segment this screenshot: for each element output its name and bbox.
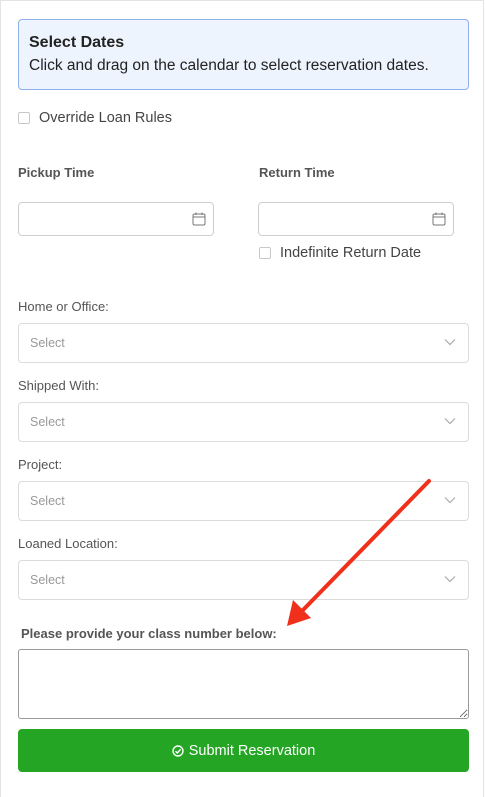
chevron-down-icon [444, 339, 456, 346]
check-circle-icon [172, 744, 184, 757]
home-office-select-value: Select [30, 336, 65, 350]
override-loan-rules-checkbox[interactable] [18, 112, 30, 124]
indefinite-return-row[interactable]: Indefinite Return Date [259, 245, 421, 261]
calendar-icon[interactable] [192, 212, 206, 226]
loaned-location-label: Loaned Location: [18, 536, 118, 551]
class-number-label: Please provide your class number below: [21, 626, 277, 641]
select-dates-info-box: Select Dates Click and drag on the calen… [18, 19, 469, 90]
loaned-location-select[interactable]: Select [18, 560, 469, 600]
indefinite-return-label: Indefinite Return Date [280, 245, 422, 261]
chevron-down-icon [444, 576, 456, 583]
shipped-with-select-value: Select [30, 415, 65, 429]
loaned-location-select-value: Select [30, 573, 65, 587]
project-select-value: Select [30, 494, 65, 508]
override-loan-rules-row[interactable]: Override Loan Rules [18, 110, 172, 126]
submit-reservation-label: Submit Reservation [188, 742, 316, 759]
chevron-down-icon [444, 418, 456, 425]
reservation-form-panel: Select Dates Click and drag on the calen… [0, 0, 484, 797]
override-loan-rules-label: Override Loan Rules [39, 110, 172, 126]
chevron-down-icon [444, 497, 456, 504]
calendar-icon[interactable] [432, 212, 446, 226]
shipped-with-select[interactable]: Select [18, 402, 469, 442]
pickup-time-input[interactable] [18, 202, 214, 236]
info-text: Click and drag on the calendar to select… [29, 57, 429, 74]
submit-reservation-button[interactable]: Submit Reservation [18, 729, 469, 772]
info-title: Select Dates [29, 34, 125, 51]
return-time-label: Return Time [259, 165, 335, 180]
project-select[interactable]: Select [18, 481, 469, 521]
indefinite-return-checkbox[interactable] [259, 247, 271, 259]
return-time-input[interactable] [258, 202, 454, 236]
home-office-select[interactable]: Select [18, 323, 469, 363]
class-number-textarea[interactable] [18, 649, 469, 719]
shipped-with-label: Shipped With: [18, 378, 99, 393]
pickup-time-label: Pickup Time [18, 165, 95, 180]
project-label: Project: [18, 457, 63, 472]
home-office-label: Home or Office: [18, 299, 109, 314]
